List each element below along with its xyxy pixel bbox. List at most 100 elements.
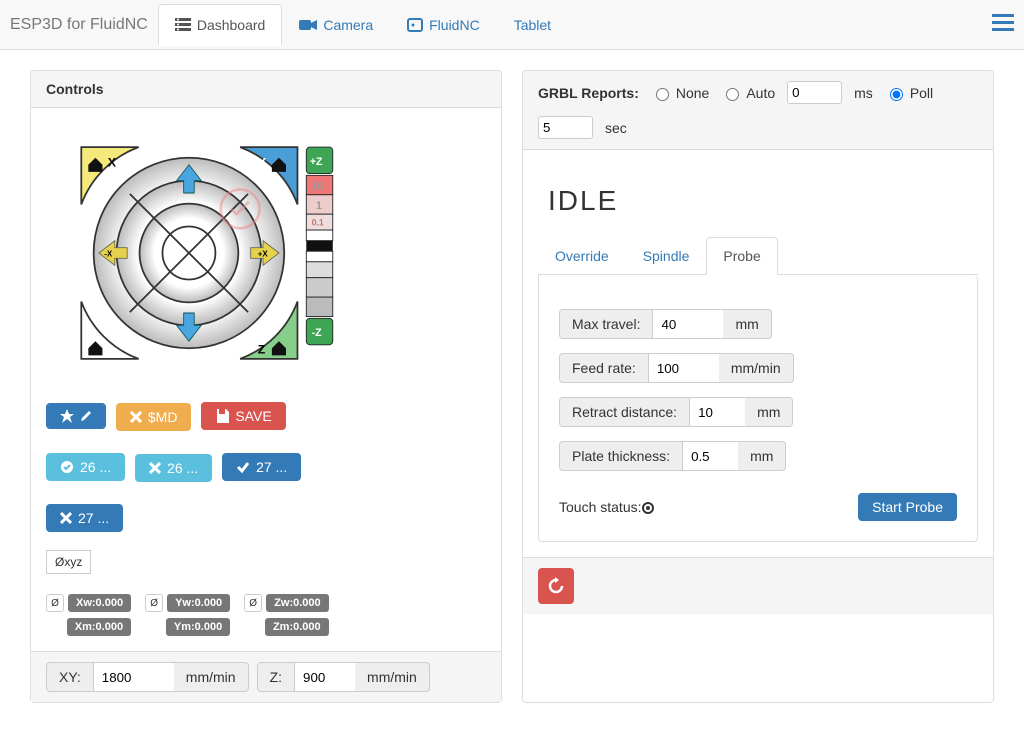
- svg-text:+Z: +Z: [310, 156, 323, 168]
- svg-text:Y: Y: [258, 156, 267, 170]
- probe-box: Max travel: mm Feed rate: mm/min Retract…: [538, 275, 978, 542]
- content: Controls X Y: [0, 50, 1024, 723]
- zw-readout: Zw:0.000: [266, 594, 328, 612]
- tab-dashboard[interactable]: Dashboard: [158, 4, 283, 46]
- reports-auto-radio[interactable]: Auto: [721, 85, 775, 101]
- btn-label: 26 ...: [80, 459, 111, 475]
- subtab-spindle[interactable]: Spindle: [626, 237, 707, 275]
- save-button[interactable]: SAVE: [201, 402, 285, 430]
- fluidnc-icon: [407, 18, 423, 32]
- plate-label: Plate thickness:: [559, 441, 683, 471]
- macro-4-button[interactable]: 27 ...: [46, 504, 123, 532]
- macro-2-button[interactable]: 26 ...: [135, 454, 212, 482]
- z-step-01-neg[interactable]: [306, 262, 332, 278]
- svg-text:0.1: 0.1: [312, 218, 324, 228]
- zero-y-button[interactable]: Ø: [145, 594, 163, 612]
- plate-input[interactable]: [683, 441, 738, 471]
- auto-interval-input[interactable]: [787, 81, 842, 104]
- feed-rate-label: Feed rate:: [559, 353, 649, 383]
- tab-label: Dashboard: [197, 17, 266, 33]
- controls-panel: Controls X Y: [30, 70, 502, 703]
- tab-label: FluidNC: [429, 17, 480, 33]
- controls-body: X Y Z -X: [31, 108, 501, 651]
- xy-feedrate-input[interactable]: [94, 662, 174, 692]
- poll-interval-input[interactable]: [538, 116, 593, 139]
- refresh-icon: [547, 577, 565, 595]
- svg-text:+X: +X: [258, 250, 269, 259]
- main-tabs: Dashboard Camera FluidNC Tablet: [158, 4, 568, 46]
- tab-camera[interactable]: Camera: [282, 4, 390, 46]
- tab-fluidnc[interactable]: FluidNC: [390, 4, 497, 46]
- pencil-icon: [80, 410, 92, 422]
- btn-label: SAVE: [235, 408, 271, 424]
- grbl-panel: GRBL Reports: None Auto ms Poll sec Idle…: [522, 70, 994, 703]
- x-icon: [60, 512, 72, 524]
- xy-feedrate-group: XY: mm/min: [46, 662, 249, 692]
- touch-status-icon: [642, 502, 654, 514]
- tab-label: Camera: [323, 17, 373, 33]
- z-label: Z:: [257, 662, 295, 692]
- poll-unit: sec: [605, 120, 627, 136]
- feed-rate-input[interactable]: [649, 353, 719, 383]
- svg-text:-Z: -Z: [312, 327, 323, 339]
- camera-icon: [299, 19, 317, 31]
- z-feedrate-input[interactable]: [295, 662, 355, 692]
- star-edit-button[interactable]: [46, 403, 106, 429]
- macro-row-1: $MD SAVE: [46, 396, 486, 437]
- menu-button[interactable]: [992, 14, 1014, 35]
- xm-readout: Xm:0.000: [67, 618, 131, 636]
- xw-readout: Xw:0.000: [68, 594, 131, 612]
- smd-button[interactable]: $MD: [116, 403, 192, 431]
- star-icon: [60, 409, 74, 423]
- check-circle-icon: [60, 460, 74, 474]
- brand: ESP3D for FluidNC: [10, 16, 148, 34]
- retract-label: Retract distance:: [559, 397, 690, 427]
- grbl-heading: GRBL Reports: None Auto ms Poll sec: [523, 71, 993, 150]
- max-travel-input[interactable]: [653, 309, 723, 339]
- svg-text:-X: -X: [104, 250, 113, 259]
- subtab-probe[interactable]: Probe: [706, 237, 777, 275]
- plate-unit: mm: [738, 441, 786, 471]
- auto-unit: ms: [854, 85, 873, 101]
- check-icon: [236, 460, 250, 474]
- zero-x-button[interactable]: Ø: [46, 594, 64, 612]
- controls-heading: Controls: [31, 71, 501, 108]
- retract-input[interactable]: [690, 397, 745, 427]
- refresh-button[interactable]: [538, 568, 574, 604]
- tab-tablet[interactable]: Tablet: [497, 4, 568, 46]
- svg-text:1: 1: [316, 200, 322, 212]
- svg-text:Z: Z: [258, 343, 266, 357]
- start-probe-button[interactable]: Start Probe: [858, 493, 957, 521]
- macro-row-3: 27 ...: [46, 498, 486, 538]
- feed-rate-unit: mm/min: [719, 353, 794, 383]
- z-step-10-neg[interactable]: [306, 297, 332, 316]
- macro-1-button[interactable]: 26 ...: [46, 453, 125, 481]
- svg-text:X: X: [108, 156, 117, 170]
- zero-xyz-button[interactable]: Øxyz: [46, 550, 91, 574]
- grbl-subtabs: Override Spindle Probe: [538, 237, 978, 275]
- svg-text:10: 10: [312, 180, 324, 192]
- z-feedrate-group: Z: mm/min: [257, 662, 430, 692]
- controls-footer: XY: mm/min Z: mm/min: [31, 651, 501, 702]
- z-unit: mm/min: [355, 662, 430, 692]
- topbar: ESP3D for FluidNC Dashboard Camera Fluid…: [0, 0, 1024, 50]
- xy-label: XY:: [46, 662, 94, 692]
- subtab-override[interactable]: Override: [538, 237, 626, 275]
- yw-readout: Yw:0.000: [167, 594, 230, 612]
- z-step-1-neg[interactable]: [306, 278, 332, 297]
- btn-label: 27 ...: [78, 510, 109, 526]
- save-icon: [215, 409, 229, 423]
- retract-unit: mm: [745, 397, 793, 427]
- coord-readout: Ø Xw:0.000 Xm:0.000 Ø Yw:0.000 Ym:0.000 …: [46, 594, 486, 636]
- reports-none-radio[interactable]: None: [651, 85, 709, 101]
- btn-label: 27 ...: [256, 459, 287, 475]
- reports-poll-radio[interactable]: Poll: [885, 85, 933, 101]
- max-travel-unit: mm: [723, 309, 771, 339]
- grbl-footer: [523, 557, 993, 614]
- grbl-status: Idle: [548, 185, 968, 217]
- xy-unit: mm/min: [174, 662, 249, 692]
- macro-3-button[interactable]: 27 ...: [222, 453, 301, 481]
- x-icon: [149, 462, 161, 474]
- btn-label: $MD: [148, 409, 178, 425]
- zero-z-button[interactable]: Ø: [244, 594, 262, 612]
